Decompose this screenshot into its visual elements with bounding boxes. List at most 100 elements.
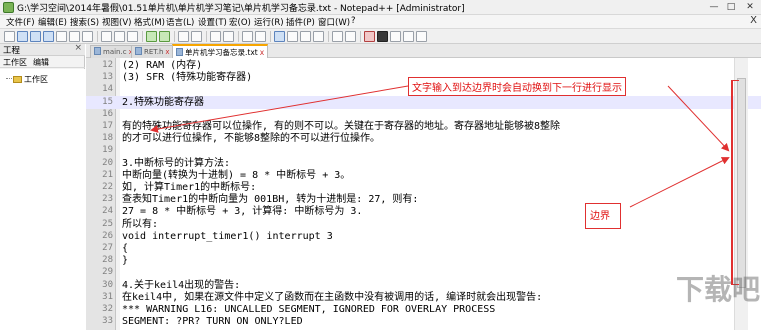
toolbar-separator (142, 31, 143, 42)
menu-view[interactable]: 视图(V) (102, 16, 131, 28)
line-text: 在keil4中, 如果在源文件中定义了函数而在主函数中没有被调用的话, 编译时就… (122, 291, 543, 303)
record-macro-icon[interactable] (364, 31, 375, 42)
run-macro-multiple-icon[interactable] (403, 31, 414, 42)
undo-icon[interactable] (146, 31, 157, 42)
editor-line[interactable]: 21 中断向量(转换为十进制) = 8 * 中断标号 + 3。 (86, 169, 761, 182)
line-text: 27 = 8 * 中断标号 + 3, 计算得: 中断标号为 3. (122, 206, 363, 218)
sync-horizontal-icon[interactable] (255, 31, 266, 42)
save-all-icon[interactable] (43, 31, 54, 42)
editor-line[interactable]: 26 void interrupt_timer1() interrupt 3 (86, 230, 761, 243)
editor-line[interactable]: 28 } (86, 254, 761, 267)
editor-line[interactable]: 30 4.关于keil4出现的警告: (86, 279, 761, 292)
menu-file[interactable]: 文件(F) (6, 16, 35, 28)
find-icon[interactable] (178, 31, 189, 42)
word-wrap-icon[interactable] (274, 31, 285, 42)
toolbar-separator (328, 31, 329, 42)
line-number: 28 (102, 255, 113, 266)
save-macro-icon[interactable] (416, 31, 427, 42)
paste-icon[interactable] (127, 31, 138, 42)
menu-run[interactable]: 运行(R) (254, 16, 284, 28)
menu-format[interactable]: 格式(M) (134, 16, 165, 28)
editor-line[interactable]: 18 的才可以进行位操作, 不能够8整除的不可以进行位操作。 (86, 132, 761, 145)
menu-language[interactable]: 语言(L) (166, 16, 194, 28)
cut-icon[interactable] (101, 31, 112, 42)
redo-icon[interactable] (159, 31, 170, 42)
save-icon[interactable] (30, 31, 41, 42)
replace-icon[interactable] (191, 31, 202, 42)
panel-menu-edit[interactable]: 编辑 (33, 57, 49, 68)
editor-line[interactable]: 29 (86, 266, 761, 279)
maximize-button[interactable]: □ (724, 1, 738, 13)
line-text: 中断向量(转换为十进制) = 8 * 中断标号 + 3。 (122, 169, 351, 181)
toolbar-separator (97, 31, 98, 42)
show-all-chars-icon[interactable] (287, 31, 298, 42)
tab-main-c[interactable]: main.cx (90, 45, 137, 58)
playback-macro-icon[interactable] (390, 31, 401, 42)
copy-icon[interactable] (114, 31, 125, 42)
menu-bar: 文件(F) 编辑(E) 搜索(S) 视图(V) 格式(M) 语言(L) 设置(T… (0, 15, 761, 29)
stop-record-icon[interactable] (377, 31, 388, 42)
sync-vertical-icon[interactable] (242, 31, 253, 42)
project-panel-header: 工程 × (0, 43, 85, 56)
tree-item-label: 工作区 (24, 75, 48, 84)
minimize-button[interactable]: — (707, 1, 721, 13)
editor-line[interactable]: 23 查表知Timer1的中断向量为 001BH, 转为十进制是: 27, 则有… (86, 193, 761, 206)
boundary-marker (731, 80, 739, 285)
editor-line[interactable]: 31 在keil4中, 如果在源文件中定义了函数而在主函数中没有被调用的话, 编… (86, 291, 761, 304)
open-file-icon[interactable] (17, 31, 28, 42)
close-button[interactable]: ✕ (743, 1, 757, 13)
tab-close-icon[interactable]: x (165, 48, 169, 56)
zoom-in-icon[interactable] (210, 31, 221, 42)
wrap-annotation: 文字输入到达边界时会自动换到下一行进行显示 (408, 77, 626, 96)
project-tree: 工作区 (0, 69, 85, 330)
document-map-icon[interactable] (313, 31, 324, 42)
menu-macro[interactable]: 宏(O) (229, 16, 251, 28)
project-panel-title: 工程 (3, 46, 21, 56)
editor-line[interactable]: 15 2.特殊功能寄存器 (86, 95, 761, 109)
file-icon (94, 47, 101, 55)
line-number: 17 (102, 121, 113, 131)
function-list-icon[interactable] (332, 31, 343, 42)
editor-line[interactable]: 20 3.中断标号的计算方法: (86, 157, 761, 170)
panel-menu-workspace[interactable]: 工作区 (3, 57, 27, 68)
menu-plugins[interactable]: 插件(P) (286, 16, 315, 28)
editor-line[interactable]: 22 如, 计算Timer1的中断标号: (86, 181, 761, 194)
editor-line[interactable]: 32 *** WARNING L16: UNCALLED SEGMENT, IGN… (86, 303, 761, 316)
new-file-icon[interactable] (4, 31, 15, 42)
line-text: *** WARNING L16: UNCALLED SEGMENT, IGNOR… (122, 304, 496, 315)
zoom-out-icon[interactable] (223, 31, 234, 42)
tree-item-workspace[interactable]: 工作区 (6, 74, 48, 85)
close-file-icon[interactable] (56, 31, 67, 42)
text-editor[interactable]: 12 (2) RAM (内存) 13 (3) SFR (特殊功能寄存器) 14 15 2… (86, 58, 761, 330)
menu-help[interactable]: ? (351, 16, 356, 26)
print-icon[interactable] (82, 31, 93, 42)
line-number: 24 (102, 206, 113, 217)
tab-ret-h[interactable]: RET.h x (131, 45, 174, 58)
line-text: 3.中断标号的计算方法: (122, 157, 231, 169)
menu-settings[interactable]: 设置(T) (198, 16, 227, 28)
folder-workspace-icon[interactable] (345, 31, 356, 42)
toolbar (0, 29, 761, 44)
line-number: 33 (102, 316, 113, 327)
editor-line[interactable]: 16 (86, 108, 761, 121)
tab-memo-txt[interactable]: 单片机学习备忘录.txt x (172, 44, 269, 58)
editor-line[interactable]: 33 SEGMENT: ?PR? TURN ON ONLY?LED (86, 315, 761, 328)
menu-search[interactable]: 搜索(S) (70, 16, 99, 28)
indent-guide-icon[interactable] (300, 31, 311, 42)
close-all-icon[interactable] (69, 31, 80, 42)
menu-edit[interactable]: 编辑(E) (38, 16, 67, 28)
editor-line[interactable]: 27 { (86, 242, 761, 255)
line-number: 12 (102, 60, 113, 70)
editor-line[interactable]: 17 有的特殊功能寄存器可以位操作, 有的则不可以。关键在于寄存器的地址。寄存器… (86, 120, 761, 133)
line-number: 30 (102, 279, 113, 290)
editor-line[interactable]: 19 (86, 144, 761, 157)
editor-line[interactable]: 24 27 = 8 * 中断标号 + 3, 计算得: 中断标号为 3. (86, 205, 761, 218)
tab-close-icon[interactable]: x (260, 48, 264, 57)
tab-bar: main.cx RET.hx 单片机学习备忘录.txtx (86, 44, 761, 58)
editor-line[interactable]: 25 所以有: (86, 218, 761, 231)
line-number: 29 (102, 267, 113, 278)
editor-line[interactable]: 12 (2) RAM (内存) (86, 59, 761, 72)
menu-window[interactable]: 窗口(W) (318, 16, 350, 28)
panel-close-icon[interactable]: × (74, 43, 82, 53)
menu-close-icon[interactable]: X (750, 15, 757, 26)
